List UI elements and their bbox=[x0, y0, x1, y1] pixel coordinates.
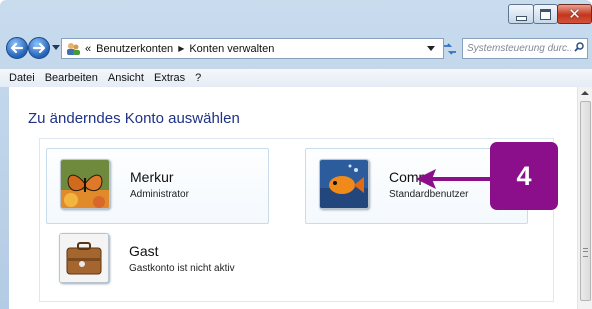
menu-bearbeiten[interactable]: Bearbeiten bbox=[45, 72, 98, 84]
minimize-icon bbox=[515, 15, 527, 21]
refresh-icon bbox=[444, 42, 456, 55]
breadcrumb-benutzerkonten[interactable]: Benutzerkonten bbox=[96, 43, 173, 55]
suitcase-icon bbox=[59, 233, 109, 283]
account-name: Merkur bbox=[130, 169, 174, 185]
breadcrumb-konten-verwalten[interactable]: Konten verwalten bbox=[189, 43, 274, 55]
users-icon bbox=[65, 41, 81, 57]
menu-extras[interactable]: Extras bbox=[154, 72, 185, 84]
search-icon[interactable] bbox=[574, 42, 584, 52]
address-dropdown-icon[interactable] bbox=[427, 46, 435, 51]
page-title: Zu änderndes Konto auswählen bbox=[28, 110, 240, 127]
minimize-button[interactable] bbox=[508, 4, 534, 24]
navigation-row: « Benutzerkonten ▶ Konten verwalten Syst… bbox=[0, 36, 592, 64]
account-role: Administrator bbox=[130, 189, 189, 200]
menu-datei[interactable]: Datei bbox=[9, 72, 35, 84]
account-tile-gast[interactable]: Gast Gastkonto ist nicht aktiv bbox=[46, 223, 269, 299]
butterfly-icon bbox=[60, 159, 110, 209]
scroll-up-icon[interactable] bbox=[581, 91, 589, 95]
back-button[interactable] bbox=[6, 37, 28, 59]
grip-icon bbox=[583, 248, 588, 257]
title-bar: ✕ bbox=[0, 0, 592, 30]
search-box[interactable]: Systemsteuerung durc... bbox=[462, 38, 588, 59]
close-icon: ✕ bbox=[568, 5, 581, 23]
fish-icon bbox=[319, 159, 369, 209]
account-tile-merkur[interactable]: Merkur Administrator bbox=[46, 148, 269, 224]
scroll-thumb[interactable] bbox=[580, 101, 591, 301]
breadcrumb-separator-icon[interactable]: ▶ bbox=[178, 44, 184, 53]
menu-ansicht[interactable]: Ansicht bbox=[108, 72, 144, 84]
account-name: Gast bbox=[129, 243, 159, 259]
recent-pages-dropdown[interactable] bbox=[52, 45, 60, 50]
maximize-button[interactable] bbox=[533, 4, 558, 24]
forward-arrow-icon bbox=[32, 42, 46, 54]
maximize-icon bbox=[540, 8, 551, 20]
vertical-scrollbar[interactable] bbox=[577, 87, 592, 309]
account-role: Gastkonto ist nicht aktiv bbox=[129, 263, 235, 274]
menu-bar: Datei Bearbeiten Ansicht Extras ? bbox=[0, 68, 592, 87]
menu-help[interactable]: ? bbox=[195, 72, 201, 84]
address-bar[interactable]: « Benutzerkonten ▶ Konten verwalten bbox=[61, 38, 444, 59]
annotation-arrow-icon bbox=[416, 169, 492, 189]
close-button[interactable]: ✕ bbox=[557, 4, 592, 24]
account-list: Merkur Administrator Comp Standardbenutz… bbox=[39, 138, 554, 302]
breadcrumb-overflow[interactable]: « bbox=[85, 43, 91, 55]
forward-button[interactable] bbox=[28, 37, 50, 59]
refresh-button[interactable] bbox=[440, 38, 460, 59]
search-input[interactable]: Systemsteuerung durc... bbox=[467, 43, 571, 54]
step-number-badge: 4 bbox=[490, 142, 558, 210]
back-arrow-icon bbox=[10, 42, 24, 54]
